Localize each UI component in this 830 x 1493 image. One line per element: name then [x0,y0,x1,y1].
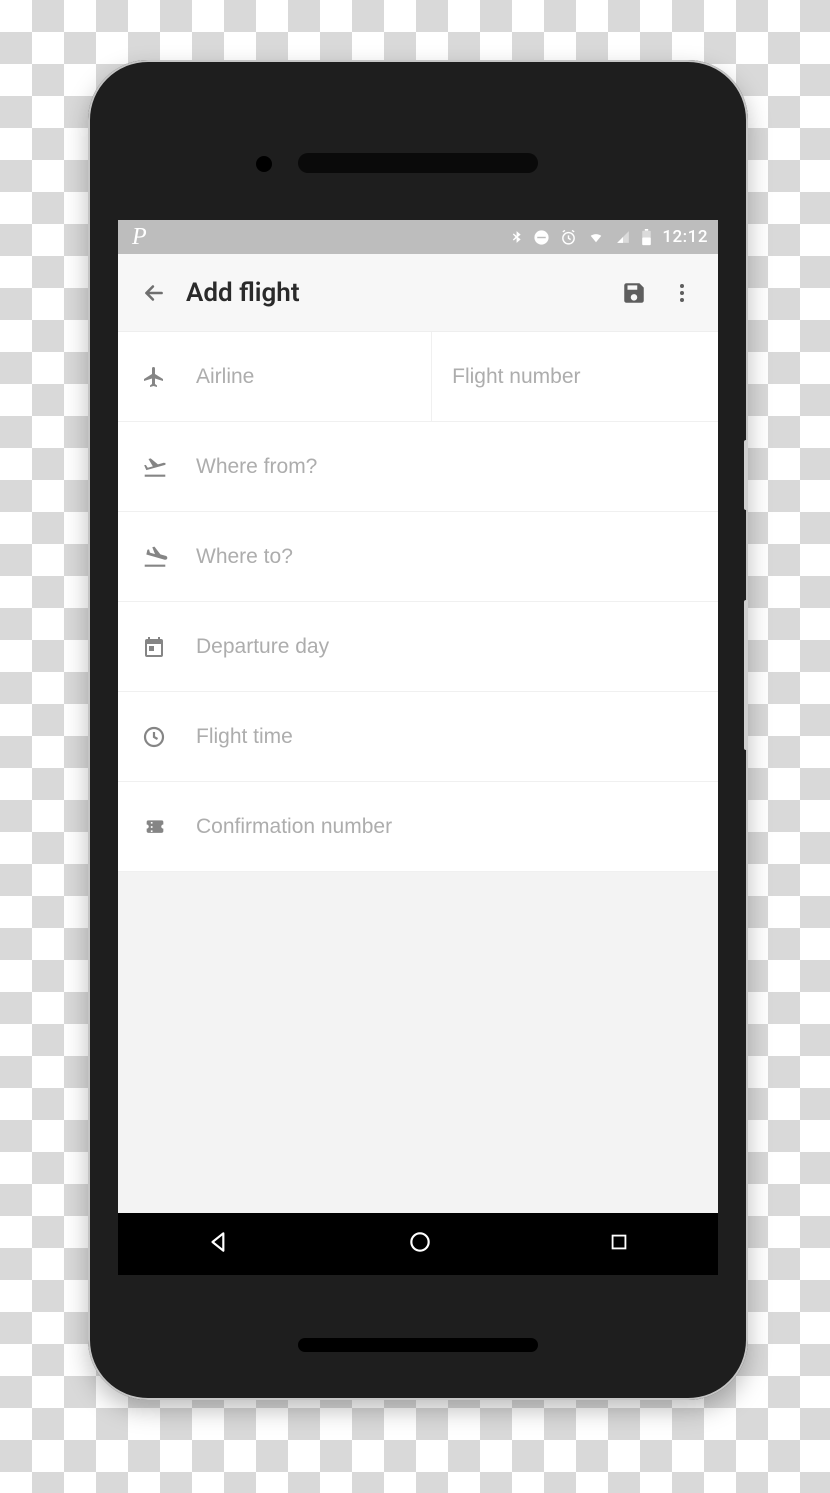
clock-icon [142,725,196,749]
app-bar: Add flight [118,254,718,332]
nav-recents-button[interactable] [608,1231,630,1257]
alarm-icon [560,229,577,246]
row-from [118,422,718,512]
row-to [118,512,718,602]
row-airline-flightnumber [118,332,718,422]
overflow-menu-button[interactable] [658,269,706,317]
flight-time-input[interactable] [196,725,698,749]
row-departure [118,602,718,692]
airplane-icon [142,365,196,389]
flight-number-input[interactable] [452,365,718,389]
bluetooth-icon [509,228,523,246]
dnd-icon [533,229,550,246]
save-button[interactable] [610,269,658,317]
calendar-icon [142,635,196,659]
side-button-top [744,440,748,510]
earpiece [298,153,538,173]
wifi-icon [587,230,605,244]
phone-frame: P 12:12 [88,60,748,1400]
screen: P 12:12 [118,220,718,1275]
front-camera [256,156,272,172]
where-to-input[interactable] [196,545,698,569]
nav-home-button[interactable] [407,1229,433,1259]
row-confirmation [118,782,718,872]
row-time [118,692,718,782]
page-title: Add flight [186,278,610,308]
battery-icon [641,229,652,246]
side-button-bottom [744,600,748,750]
confirmation-number-input[interactable] [196,815,698,839]
status-bar: P 12:12 [118,220,718,254]
flight-land-icon [142,544,196,570]
home-indicator [298,1338,538,1352]
carrier-glyph: P [128,224,147,251]
android-nav-bar [118,1213,718,1275]
flight-form [118,332,718,872]
airline-input[interactable] [196,365,431,389]
nav-back-button[interactable] [206,1229,232,1259]
departure-day-input[interactable] [196,635,698,659]
empty-area [118,872,718,1172]
status-clock: 12:12 [662,227,708,247]
where-from-input[interactable] [196,455,698,479]
ticket-icon [142,817,196,837]
flight-takeoff-icon [142,454,196,480]
signal-icon [615,230,631,244]
back-button[interactable] [130,269,178,317]
